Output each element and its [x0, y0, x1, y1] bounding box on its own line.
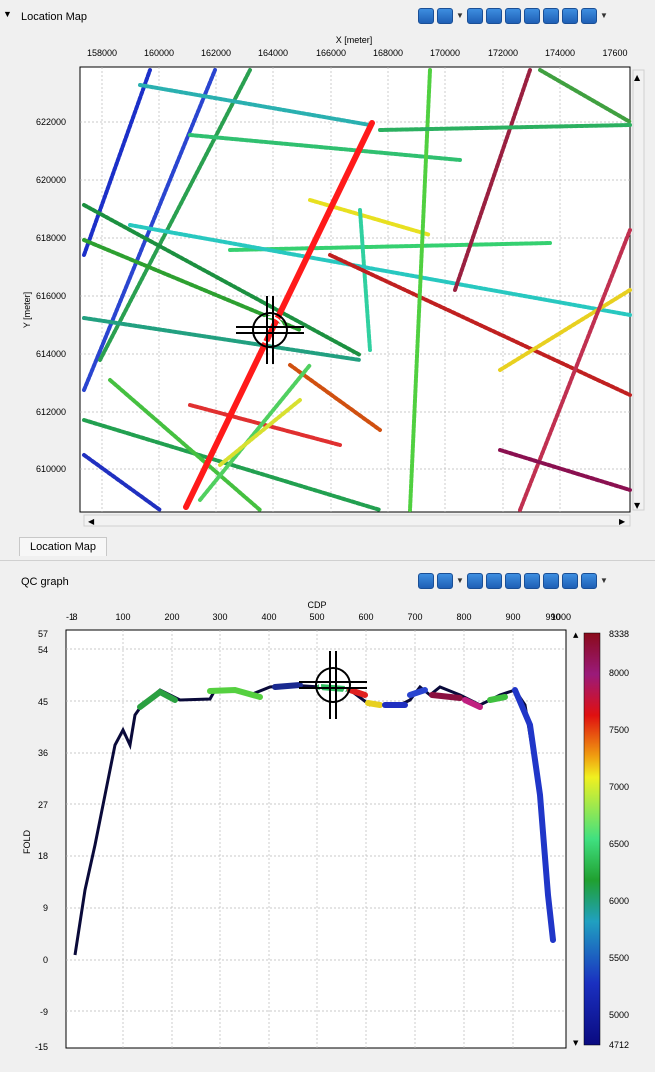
scroll-down-arrow[interactable]: ▼: [634, 501, 641, 510]
pan-icon[interactable]: [486, 8, 502, 24]
scroll-left-arrow[interactable]: ◀: [88, 517, 95, 526]
export-icon[interactable]: [543, 573, 559, 589]
scroll-right-arrow[interactable]: ▶: [619, 517, 626, 526]
qc-y-tick: 45: [38, 697, 48, 707]
qc-x-tick: 500: [309, 612, 324, 622]
settings-icon[interactable]: [418, 573, 434, 589]
pointer-icon[interactable]: [505, 573, 521, 589]
zoom-icon[interactable]: [467, 573, 483, 589]
settings-icon[interactable]: [418, 8, 434, 24]
qc-y-tick: 0: [43, 955, 48, 965]
map-toolbar: ▼ ▼: [418, 8, 608, 24]
color-scale-bar: [583, 632, 601, 1046]
colorbar-tick: 4712: [609, 1040, 629, 1050]
colorbar-tick: 8000: [609, 668, 629, 678]
zoom-icon[interactable]: [467, 8, 483, 24]
panel-divider: [0, 560, 655, 561]
qc-x-tick: 900: [505, 612, 520, 622]
qc-y-tick: 27: [38, 800, 48, 810]
layout-icon[interactable]: [437, 8, 453, 24]
map-y-tick: 610000: [36, 464, 66, 474]
map-y-tick: 622000: [36, 117, 66, 127]
qc-y-tick: 18: [38, 851, 48, 861]
qc-panel-title: QC graph: [21, 576, 69, 588]
qc-plot-area[interactable]: [65, 629, 567, 1049]
qc-x-tick: 800: [456, 612, 471, 622]
qc-y-tick: 36: [38, 748, 48, 758]
map-x-tick: 170000: [430, 48, 460, 58]
colorbar-up-arrow[interactable]: ▲: [573, 631, 579, 639]
qc-y-axis-label: FOLD: [22, 830, 32, 855]
map-x-tick: 166000: [316, 48, 346, 58]
map-y-tick: 616000: [36, 291, 66, 301]
display-icon[interactable]: [524, 8, 540, 24]
qc-y-tick: -9: [40, 1007, 48, 1017]
map-x-tick: 158000: [87, 48, 117, 58]
map-x-tick: 162000: [201, 48, 231, 58]
map-x-tick: 168000: [373, 48, 403, 58]
scroll-up-arrow[interactable]: ▲: [634, 73, 641, 82]
qc-x-tick: 100: [115, 612, 130, 622]
map-x-tick: 174000: [545, 48, 575, 58]
map-x-tick: 160000: [144, 48, 174, 58]
map-y-axis-label: Y [meter]: [22, 292, 32, 328]
map-y-tick: 612000: [36, 407, 66, 417]
qc-y-tick: 57: [38, 629, 48, 639]
qc-y-tick: -15: [35, 1042, 48, 1052]
map-x-ticks: 158000 160000 162000 164000 166000 16800…: [87, 48, 628, 58]
colorbar-tick: 5500: [609, 953, 629, 963]
map-x-axis-label: X [meter]: [336, 35, 373, 45]
map-y-tick: 614000: [36, 349, 66, 359]
display-icon[interactable]: [524, 573, 540, 589]
compass-icon[interactable]: [581, 8, 597, 24]
map-y-ticks: 622000 620000 618000 616000 614000 61200…: [36, 117, 66, 474]
chevron-down-icon[interactable]: ▼: [600, 8, 608, 24]
colorbar-tick: 7000: [609, 782, 629, 792]
chevron-down-icon[interactable]: ▼: [456, 573, 464, 589]
qc-x-tick: 200: [164, 612, 179, 622]
map-x-tick: 164000: [258, 48, 288, 58]
qc-x-ticks: -1 8 100 200 300 400 500 600 700 800 900…: [66, 612, 571, 622]
pan-icon[interactable]: [486, 573, 502, 589]
pen-icon[interactable]: [562, 573, 578, 589]
qc-x-tick: 300: [212, 612, 227, 622]
colorbar-tick: 8338: [609, 629, 629, 639]
qc-x-tick: 600: [358, 612, 373, 622]
colorbar-tick: 7500: [609, 725, 629, 735]
qc-toolbar: ▼ ▼: [418, 573, 608, 589]
chevron-down-icon[interactable]: ▼: [600, 573, 608, 589]
qc-x-tick: 1000: [551, 612, 571, 622]
colorbar-tick: 6500: [609, 839, 629, 849]
compass-icon[interactable]: [581, 573, 597, 589]
map-vertical-scrollbar[interactable]: [632, 69, 645, 511]
export-icon[interactable]: [543, 8, 559, 24]
map-panel-title: Location Map: [21, 11, 88, 23]
qc-x-tick: 8: [72, 612, 77, 622]
qc-x-tick: 400: [261, 612, 276, 622]
map-y-tick: 620000: [36, 175, 66, 185]
pen-icon[interactable]: [562, 8, 578, 24]
tab-location-map[interactable]: Location Map: [19, 537, 108, 556]
qc-x-tick: 700: [407, 612, 422, 622]
qc-graph-canvas[interactable]: CDP FOLD -1 8 100 200 300 400 500 600 70…: [0, 595, 655, 1065]
qc-y-tick: 9: [43, 903, 48, 913]
qc-x-axis-label: CDP: [307, 600, 326, 610]
colorbar-down-arrow[interactable]: ▼: [573, 1039, 579, 1047]
qc-y-tick: 54: [38, 645, 48, 655]
qc-y-ticks: 57 54 45 36 27 18 9 0 -9 -15: [35, 629, 48, 1052]
chevron-down-icon[interactable]: ▼: [456, 8, 464, 24]
color-scale-ticks: 8338 8000 7500 7000 6500 6000 5500 5000 …: [609, 629, 629, 1050]
map-y-tick: 618000: [36, 233, 66, 243]
layout-icon[interactable]: [437, 573, 453, 589]
map-x-tick: 172000: [488, 48, 518, 58]
location-map-canvas[interactable]: X [meter] Y [meter] 158000 160000 162000…: [0, 30, 655, 530]
colorbar-tick: 6000: [609, 896, 629, 906]
colorbar-tick: 5000: [609, 1010, 629, 1020]
map-collapse-arrow[interactable]: ▼: [3, 9, 12, 19]
map-horizontal-scrollbar[interactable]: [83, 514, 631, 527]
pointer-icon[interactable]: [505, 8, 521, 24]
map-x-tick: 17600: [602, 48, 627, 58]
